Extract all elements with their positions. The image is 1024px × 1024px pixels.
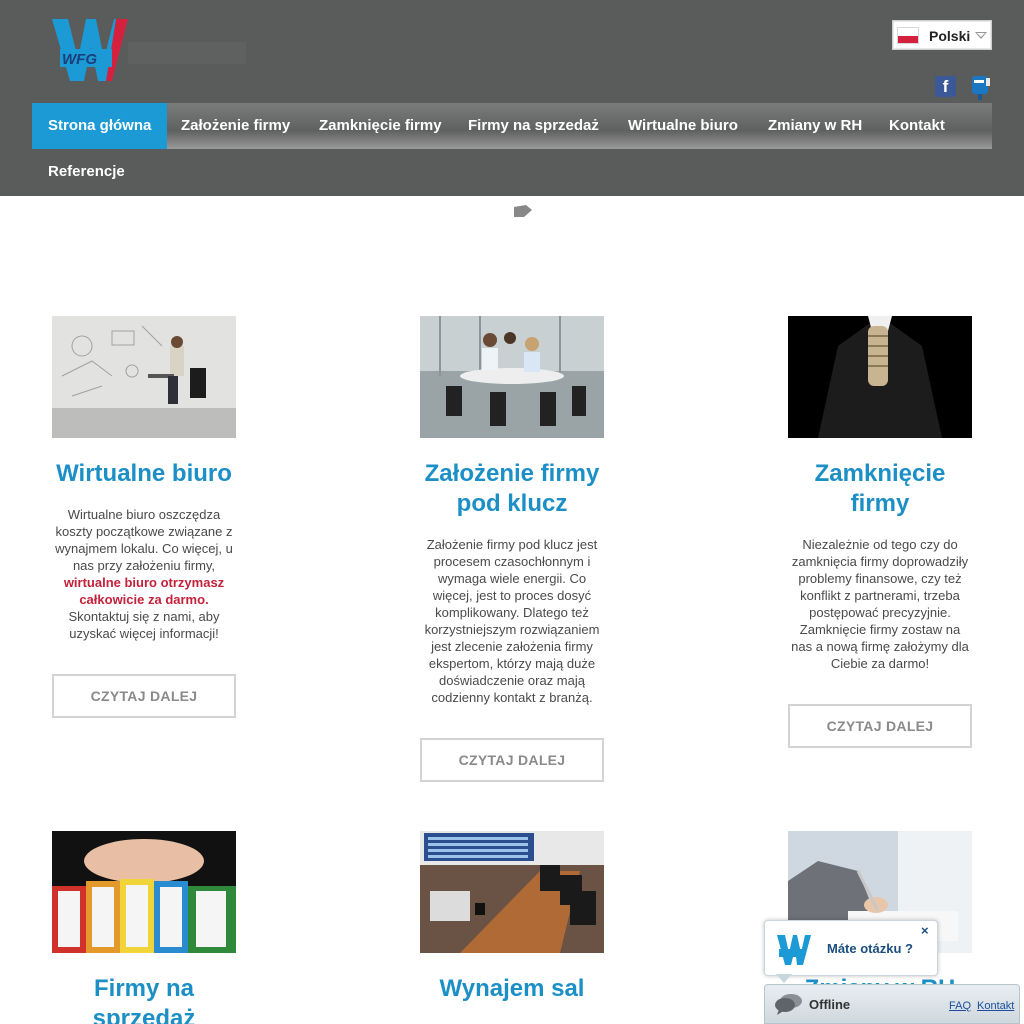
language-selector[interactable]: Polski — [892, 20, 992, 50]
card-title: Założenie firmy pod klucz — [424, 460, 600, 517]
nav-item-firmy-na-sprzedaz[interactable]: Firmy na sprzedaż — [452, 103, 615, 149]
chat-bubble-tail — [776, 974, 792, 983]
card-title: Zamknięcie firmy — [814, 460, 946, 517]
card-description: Wirtualne biuro oszczędza koszty początk… — [52, 506, 236, 642]
card-wynajem-sal: Wynajem sal — [420, 831, 604, 1004]
card-desc-highlight: wirtualne biuro otrzymasz całkowicie za … — [63, 575, 225, 607]
card-description: Niezależnie od tego czy do zamknięcia fi… — [791, 537, 969, 671]
wfg-logo[interactable]: WFG — [52, 19, 130, 81]
site-header: WFG Polski f Strona główna Założenie fir… — [0, 0, 1024, 196]
language-label: Polski — [929, 28, 971, 44]
read-more-button[interactable]: CZYTAJ DALEJ — [420, 738, 604, 782]
card-zamkniecie-firmy: Zamknięcie firmy Niezależnie od tego czy… — [788, 316, 972, 748]
chat-kontakt-link[interactable]: Kontakt — [977, 1000, 1014, 1012]
main-navigation: Strona główna Założenie firmy Zamknięcie… — [32, 103, 992, 149]
nav-item-zamkniecie-firmy[interactable]: Zamknięcie firmy — [303, 103, 458, 149]
nav-item-wirtualne-biuro[interactable]: Wirtualne biuro — [612, 103, 754, 149]
card-wirtualne-biuro: Wirtualne biuro Wirtualne biuro oszczędz… — [52, 316, 236, 718]
chat-bar[interactable]: Offline FAQ Kontakt — [764, 984, 1020, 1024]
close-icon[interactable]: × — [921, 923, 929, 938]
card-title: Wynajem sal — [439, 975, 585, 1002]
read-more-button[interactable]: CZYTAJ DALEJ — [788, 704, 972, 748]
card-zmiany-w-rh: Zmiany w RH — [788, 831, 972, 1004]
card-description: Założenie firmy pod klucz jest procesem … — [424, 537, 600, 705]
svg-text:WFG: WFG — [62, 51, 97, 68]
read-more-button[interactable]: CZYTAJ DALEJ — [52, 674, 236, 718]
card-desc-text: Skontaktuj się z nami, aby uzyskać więce… — [68, 609, 220, 641]
facebook-icon[interactable]: f — [935, 76, 956, 97]
flag-poland-icon — [897, 27, 919, 44]
chat-question: Máte otázku ? — [827, 941, 913, 956]
chat-icon — [775, 994, 802, 1015]
nav-item-zalozenie-firmy[interactable]: Założenie firmy — [165, 103, 306, 149]
card-image-conference-room[interactable] — [420, 831, 604, 953]
logo-tagline-decor — [128, 42, 246, 64]
chat-faq-link[interactable]: FAQ — [949, 1000, 971, 1012]
nav-item-home[interactable]: Strona główna — [32, 103, 168, 149]
chat-status: Offline — [809, 997, 851, 1012]
mailbox-icon[interactable] — [970, 74, 992, 100]
nav-item-zmiany-w-rh[interactable]: Zmiany w RH — [752, 103, 878, 149]
chevron-down-icon — [975, 32, 987, 39]
card-image-man-laptop[interactable] — [52, 316, 236, 438]
card-desc-text: Wirtualne biuro oszczędza koszty początk… — [55, 507, 233, 573]
chat-invitation[interactable]: Máte otázku ? × — [764, 920, 938, 976]
wfg-chat-logo — [777, 935, 811, 965]
card-zalozenie-firmy: Założenie firmy pod klucz Założenie firm… — [420, 316, 604, 782]
card-title: Wirtualne biuro — [56, 460, 232, 487]
card-image-meeting[interactable] — [420, 316, 604, 438]
card-title: Firmy na sprzedaż — [92, 975, 196, 1024]
card-image-binders[interactable] — [52, 831, 236, 953]
nav-item-kontakt[interactable]: Kontakt — [873, 103, 961, 149]
nav-item-referencje[interactable]: Referencje — [32, 149, 141, 195]
card-image-businessman-noose[interactable] — [788, 316, 972, 438]
slider-indicator-icon[interactable] — [514, 205, 532, 219]
card-firmy-na-sprzedaz: Firmy na sprzedaż — [52, 831, 236, 1024]
